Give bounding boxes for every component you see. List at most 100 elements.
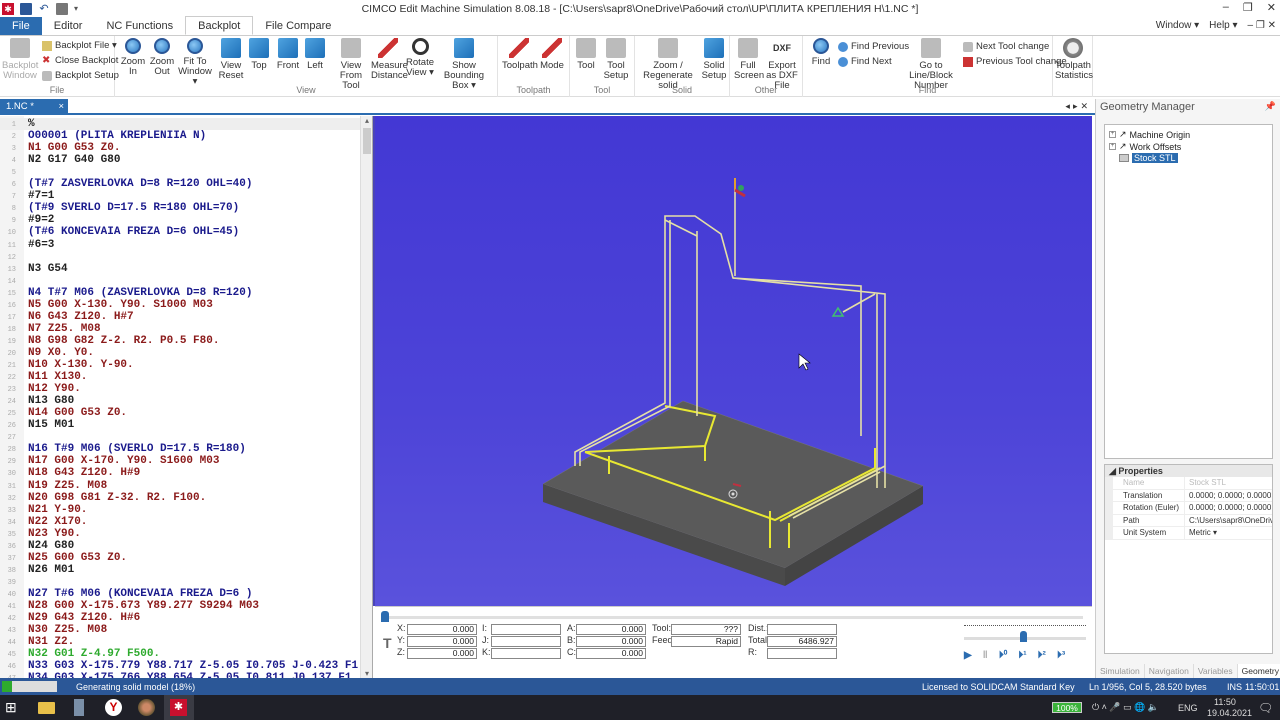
code-line[interactable]: 46 N33 G03 X-175.779 Y88.717 Z-5.05 I0.70…	[0, 660, 360, 672]
view-top-button[interactable]: Top	[247, 38, 271, 71]
property-row[interactable]: Translation 0.0000; 0.0000; 0.0000;	[1105, 489, 1272, 502]
previous-tool-change-button[interactable]: Previous Tool change	[963, 56, 1067, 67]
close-tab-icon[interactable]: ×	[58, 99, 64, 115]
tab-navigation[interactable]: Navigation	[1145, 664, 1194, 678]
tab-geometry[interactable]: Geometry ...	[1237, 664, 1280, 686]
tab-file-compare[interactable]: File Compare	[253, 17, 343, 35]
code-line[interactable]: 15 N4 T#7 M06 (ZASVERLOVKA D=8 R=120)	[0, 287, 360, 299]
code-line[interactable]: 2 O00001 (PLITA KREPLENIIA N)	[0, 130, 360, 142]
cimco-taskbar-button[interactable]: ✱	[164, 695, 194, 720]
tab-navigation[interactable]: ◂▸✕	[1065, 101, 1091, 112]
tool-setup-button[interactable]: Tool Setup	[602, 38, 630, 81]
next-tool-change-button[interactable]: Next Tool change	[963, 41, 1049, 52]
tab-simulation[interactable]: Simulation	[1096, 664, 1145, 678]
code-line[interactable]: 24 N13 G80	[0, 395, 360, 407]
code-line[interactable]: 18 N7 Z25. M08	[0, 323, 360, 335]
find-button[interactable]: Find	[807, 38, 835, 67]
view-from-tool-button[interactable]: View From Tool	[330, 38, 372, 91]
expand-icon[interactable]: +	[1109, 131, 1116, 138]
code-line[interactable]: 42 N29 G43 Z120. H#6	[0, 612, 360, 624]
code-line[interactable]: 19 N8 G98 G82 Z-2. R2. P0.5 F80.	[0, 335, 360, 347]
code-line[interactable]: 17 N6 G43 Z120. H#7	[0, 311, 360, 323]
code-line[interactable]: 23 N12 Y90.	[0, 383, 360, 395]
tab-variables[interactable]: Variables	[1194, 664, 1238, 678]
close-button[interactable]: ✕	[1267, 1, 1276, 14]
tab-nc-functions[interactable]: NC Functions	[94, 17, 185, 35]
expand-icon[interactable]: +	[1109, 143, 1116, 150]
step-forward-icon[interactable]: ⏵⁰	[999, 650, 1008, 661]
code-line[interactable]: 4 N2 G17 G40 G80	[0, 154, 360, 166]
zoom-out-button[interactable]: Zoom Out	[148, 38, 176, 77]
clock-time[interactable]: 11:50	[1214, 697, 1236, 707]
view-reset-button[interactable]: View Reset	[217, 38, 245, 81]
zoom-in-button[interactable]: Zoom In	[119, 38, 147, 77]
view-left-button[interactable]: Left	[303, 38, 327, 71]
clock-date[interactable]: 19.04.2021	[1207, 708, 1252, 718]
run-to-icon[interactable]: ⏵³	[1057, 650, 1065, 661]
go-to-line-button[interactable]: Go to Line/Block Number	[899, 38, 963, 91]
help-menu[interactable]: Help ▾	[1209, 20, 1237, 31]
code-line[interactable]: 45 N32 G01 Z-4.97 F500.	[0, 648, 360, 660]
full-screen-button[interactable]: Full Screen	[734, 38, 764, 81]
property-row[interactable]: Path C:\Users\sapr8\OneDrive	[1105, 514, 1272, 527]
code-line[interactable]: 7 #7=1	[0, 190, 360, 202]
battery-indicator[interactable]: 100%	[1052, 702, 1082, 713]
code-line[interactable]: 32 N20 G98 G81 Z-32. R2. F100.	[0, 492, 360, 504]
code-line[interactable]: 30 N18 G43 Z120. H#9	[0, 467, 360, 479]
calculator-icon[interactable]	[74, 699, 84, 716]
code-line[interactable]: 1%	[0, 118, 360, 130]
code-line[interactable]: 37 N25 G00 G53 Z0.	[0, 552, 360, 564]
backplot-file-button[interactable]: Backplot File ▾	[42, 40, 117, 51]
code-line[interactable]: 39	[0, 576, 360, 588]
close-backplot-button[interactable]: ✖ Close Backplot	[42, 55, 118, 66]
nc-code-editor[interactable]: 1% 2 O00001 (PLITA KREPLENIIA N) 3 N1 G00 G5…	[0, 116, 373, 678]
backplot-setup-button[interactable]: Backplot Setup	[42, 70, 119, 81]
backplot-window-button[interactable]: Backplot Window	[2, 38, 38, 81]
property-row[interactable]: Rotation (Euler) 0.0000; 0.0000; 0.0000;	[1105, 502, 1272, 515]
scroll-down-icon[interactable]: ▾	[361, 669, 372, 678]
code-line[interactable]: 40 N27 T#6 M06 (KONCEVAIA FREZA D=6 )	[0, 588, 360, 600]
code-line[interactable]: 16 N5 G00 X-130. Y90. S1000 M03	[0, 299, 360, 311]
document-tab-1nc[interactable]: 1.NC * ×	[0, 99, 68, 115]
code-line[interactable]: 13 N3 G54	[0, 263, 360, 275]
code-line[interactable]: 29 N17 G00 X-170. Y90. S1600 M03	[0, 455, 360, 467]
fit-to-window-button[interactable]: Fit To Window ▾	[175, 38, 215, 87]
code-line[interactable]: 6 (T#7 ZASVERLOVKA D=8 R=120 OHL=40)	[0, 178, 360, 190]
simulation-progress-slider[interactable]	[383, 616, 1083, 619]
backplot-3d-viewport[interactable]	[375, 116, 1092, 606]
play-icon[interactable]: ▶	[964, 650, 972, 661]
start-icon[interactable]: ⊞	[5, 699, 22, 716]
tab-backplot[interactable]: Backplot	[185, 16, 254, 35]
tree-item-work-offsets[interactable]: + ↗ Work Offsets	[1109, 141, 1181, 152]
tab-editor[interactable]: Editor	[42, 17, 95, 35]
rotate-view-button[interactable]: Rotate View ▾	[405, 38, 435, 78]
input-language[interactable]: ENG	[1178, 703, 1198, 713]
scroll-thumb[interactable]	[363, 128, 371, 154]
window-menu[interactable]: Window ▾	[1156, 20, 1199, 31]
code-line[interactable]: 26 N15 M01	[0, 419, 360, 431]
code-line[interactable]: 11 #6=3	[0, 239, 360, 251]
code-line[interactable]: 3 N1 G00 G53 Z0.	[0, 142, 360, 154]
tree-item-machine-origin[interactable]: + ↗ Machine Origin	[1109, 129, 1190, 140]
code-line[interactable]: 8 (T#9 SVERLO D=17.5 R=180 OHL=70)	[0, 202, 360, 214]
pause-icon[interactable]: ‖	[983, 650, 988, 661]
restore-button[interactable]: ❐	[1243, 1, 1253, 14]
app-taskbar-icon[interactable]	[138, 699, 155, 716]
tray-icons[interactable]: ⏻ ˄ 🎤 ▭ 🌐 🔈	[1092, 702, 1159, 713]
mode-button[interactable]: Mode	[538, 38, 566, 71]
editor-scrollbar[interactable]: ▴ ▾	[360, 116, 372, 678]
code-line[interactable]: 21 N10 X-130. Y-90.	[0, 359, 360, 371]
tree-item-stock-stl[interactable]: Stock STL	[1119, 153, 1178, 163]
property-row[interactable]: Name Stock STL	[1105, 477, 1272, 490]
scroll-up-icon[interactable]: ▴	[361, 116, 372, 125]
code-line[interactable]: 44 N31 Z2.	[0, 636, 360, 648]
tab-file[interactable]: File	[0, 17, 42, 35]
show-bounding-box-button[interactable]: Show Bounding Box ▾	[435, 38, 493, 91]
notifications-icon[interactable]: 🗨	[1258, 701, 1273, 715]
code-line[interactable]: 20 N9 X0. Y0.	[0, 347, 360, 359]
mdi-controls[interactable]: – ❐ ✕	[1248, 20, 1276, 31]
code-line[interactable]: 9 #9=2	[0, 214, 360, 226]
code-line[interactable]: 25 N14 G00 G53 Z0.	[0, 407, 360, 419]
toolpath-button[interactable]: Toolpath	[502, 38, 538, 71]
solid-setup-button[interactable]: Solid Setup	[701, 38, 727, 81]
